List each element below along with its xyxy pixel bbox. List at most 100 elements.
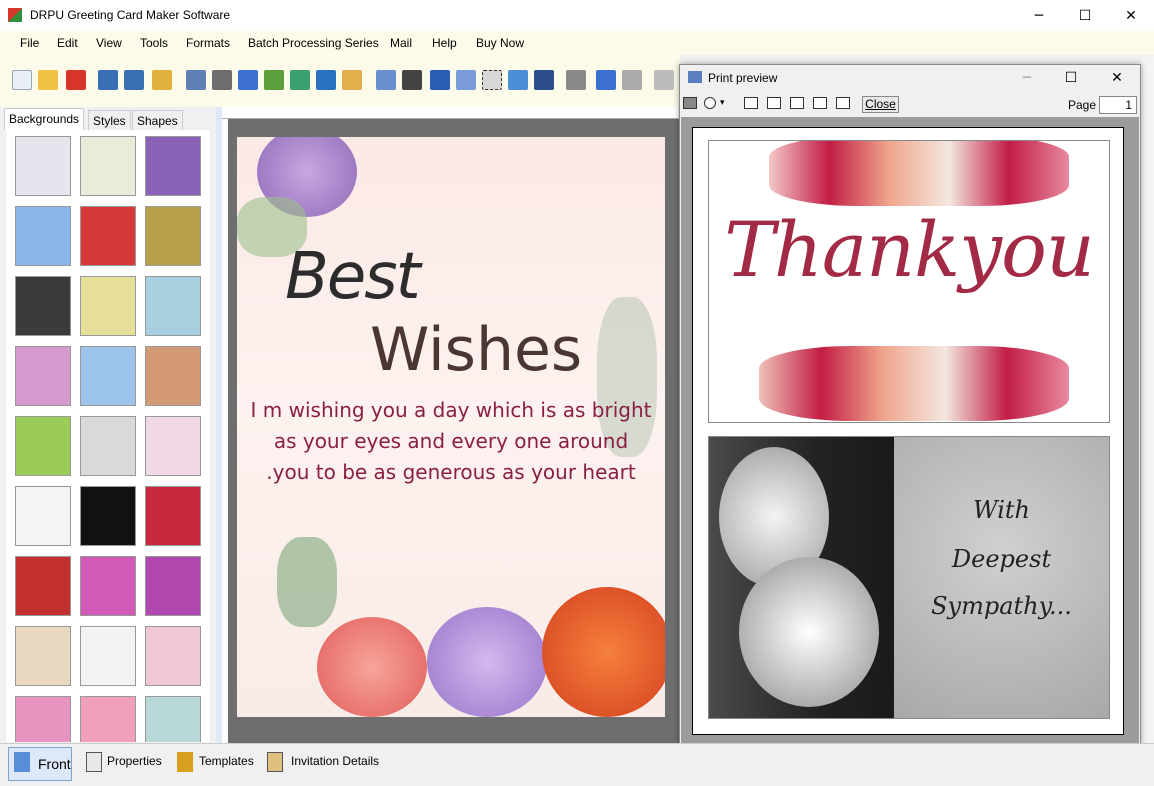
- two-pages-icon[interactable]: [767, 97, 781, 109]
- card-title-wishes[interactable]: Wishes: [370, 315, 582, 385]
- background-thumbnail[interactable]: [145, 556, 201, 616]
- menu-view[interactable]: View: [96, 36, 122, 50]
- background-thumbnail[interactable]: [145, 346, 201, 406]
- preview-maximize-button[interactable]: ☐: [1048, 64, 1094, 92]
- card-message-line[interactable]: .you to be as generous as your heart: [237, 460, 665, 484]
- background-thumbnail[interactable]: [80, 556, 136, 616]
- preview-close-button[interactable]: ✕: [1094, 64, 1140, 92]
- card-title-best[interactable]: Best: [285, 240, 421, 314]
- tab-shapes[interactable]: Shapes: [132, 110, 183, 130]
- tab-backgrounds[interactable]: Backgrounds: [4, 108, 85, 130]
- background-thumbnail[interactable]: [15, 276, 71, 336]
- print-icon[interactable]: [212, 70, 232, 90]
- tab-templates[interactable]: Templates: [199, 754, 254, 768]
- six-pages-icon[interactable]: [836, 97, 850, 109]
- background-thumbnail[interactable]: [145, 416, 201, 476]
- background-thumbnail[interactable]: [80, 346, 136, 406]
- four-pages-icon[interactable]: [813, 97, 827, 109]
- wordart-icon[interactable]: [456, 70, 476, 90]
- preview-close-text-button[interactable]: Close: [862, 96, 899, 113]
- background-thumbnail[interactable]: [15, 136, 71, 196]
- menu-bar: [0, 31, 1154, 55]
- background-thumbnail[interactable]: [80, 276, 136, 336]
- insert-picture-icon[interactable]: [290, 70, 310, 90]
- print-icon[interactable]: [683, 97, 697, 109]
- background-thumbnail[interactable]: [15, 416, 71, 476]
- save-icon[interactable]: [98, 70, 118, 90]
- mail-icon[interactable]: [508, 70, 528, 90]
- horizontal-ruler: [222, 107, 678, 119]
- open-icon[interactable]: [38, 70, 58, 90]
- barcode-icon[interactable]: [402, 70, 422, 90]
- redo-icon[interactable]: [622, 70, 642, 90]
- image-icon[interactable]: [264, 70, 284, 90]
- background-thumbnail[interactable]: [145, 136, 201, 196]
- page-label: Page: [1068, 98, 1097, 112]
- background-thumbnail[interactable]: [145, 206, 201, 266]
- tab-front-label[interactable]: Front: [38, 756, 71, 772]
- maximize-button[interactable]: ☐: [1062, 0, 1108, 31]
- menu-buy-now[interactable]: Buy Now: [476, 36, 524, 50]
- background-thumbnail[interactable]: [15, 626, 71, 686]
- background-thumbnail[interactable]: [145, 276, 201, 336]
- save-as-icon[interactable]: [124, 70, 144, 90]
- menu-edit[interactable]: Edit: [57, 36, 78, 50]
- menu-formats[interactable]: Formats: [186, 36, 230, 50]
- copy-icon[interactable]: [654, 70, 674, 90]
- chevron-down-icon[interactable]: ▾: [720, 98, 725, 108]
- rose-orange-bottom: [542, 587, 665, 717]
- one-page-icon[interactable]: [744, 97, 758, 109]
- menu-mail[interactable]: Mail: [390, 36, 412, 50]
- text-icon[interactable]: [430, 70, 450, 90]
- database-icon[interactable]: [566, 70, 586, 90]
- shape-icon[interactable]: [342, 70, 362, 90]
- tab-styles[interactable]: Styles: [88, 110, 131, 130]
- watermark-icon[interactable]: [376, 70, 396, 90]
- background-thumbnail[interactable]: [15, 486, 71, 546]
- background-thumbnail[interactable]: [80, 206, 136, 266]
- export-icon[interactable]: [152, 70, 172, 90]
- background-thumbnail[interactable]: [145, 696, 201, 742]
- three-pages-icon[interactable]: [790, 97, 804, 109]
- background-thumbnail[interactable]: [15, 206, 71, 266]
- menu-tools[interactable]: Tools: [140, 36, 168, 50]
- preview-title: Print preview: [708, 71, 778, 85]
- preview-minimize-button[interactable]: ─: [1004, 64, 1050, 92]
- greeting-card[interactable]: [237, 137, 665, 717]
- background-thumbnail[interactable]: [15, 696, 71, 742]
- menu-file[interactable]: File: [20, 36, 39, 50]
- signature-icon[interactable]: [482, 70, 502, 90]
- thankyou-text: Thankyou: [724, 205, 1095, 294]
- background-thumbnail[interactable]: [80, 696, 136, 742]
- pencil-icon[interactable]: [316, 70, 336, 90]
- background-thumbnail[interactable]: [145, 626, 201, 686]
- minimize-button[interactable]: ─: [1016, 0, 1062, 31]
- print-preview-icon[interactable]: [238, 70, 258, 90]
- page-setup-icon[interactable]: [186, 70, 206, 90]
- zoom-icon[interactable]: [704, 97, 716, 109]
- tab-invitation-details[interactable]: Invitation Details: [291, 754, 379, 768]
- background-thumbnail[interactable]: [80, 486, 136, 546]
- background-thumbnail[interactable]: [15, 556, 71, 616]
- card-message-line[interactable]: as your eyes and every one around: [237, 429, 665, 453]
- card-message-line[interactable]: I m wishing you a day which is as bright: [237, 398, 665, 422]
- background-thumbnail[interactable]: [80, 626, 136, 686]
- background-thumbnail[interactable]: [80, 136, 136, 196]
- sympathy-line: With: [972, 496, 1031, 524]
- menu-batch-processing[interactable]: Batch Processing Series: [248, 36, 379, 50]
- menu-help[interactable]: Help: [432, 36, 457, 50]
- leaves-bottom: [277, 537, 337, 627]
- templates-icon: [177, 752, 193, 772]
- line-icon[interactable]: [534, 70, 554, 90]
- tab-properties[interactable]: Properties: [107, 754, 162, 768]
- undo-icon[interactable]: [596, 70, 616, 90]
- sympathy-line: Deepest: [951, 545, 1052, 573]
- background-thumbnail[interactable]: [80, 416, 136, 476]
- bottom-tabs-bar: [0, 743, 1154, 786]
- page-number-input[interactable]: 1: [1099, 96, 1137, 114]
- background-thumbnail[interactable]: [145, 486, 201, 546]
- close-file-icon[interactable]: [66, 70, 86, 90]
- new-icon[interactable]: [12, 70, 32, 90]
- background-thumbnail[interactable]: [15, 346, 71, 406]
- close-button[interactable]: ✕: [1108, 0, 1154, 31]
